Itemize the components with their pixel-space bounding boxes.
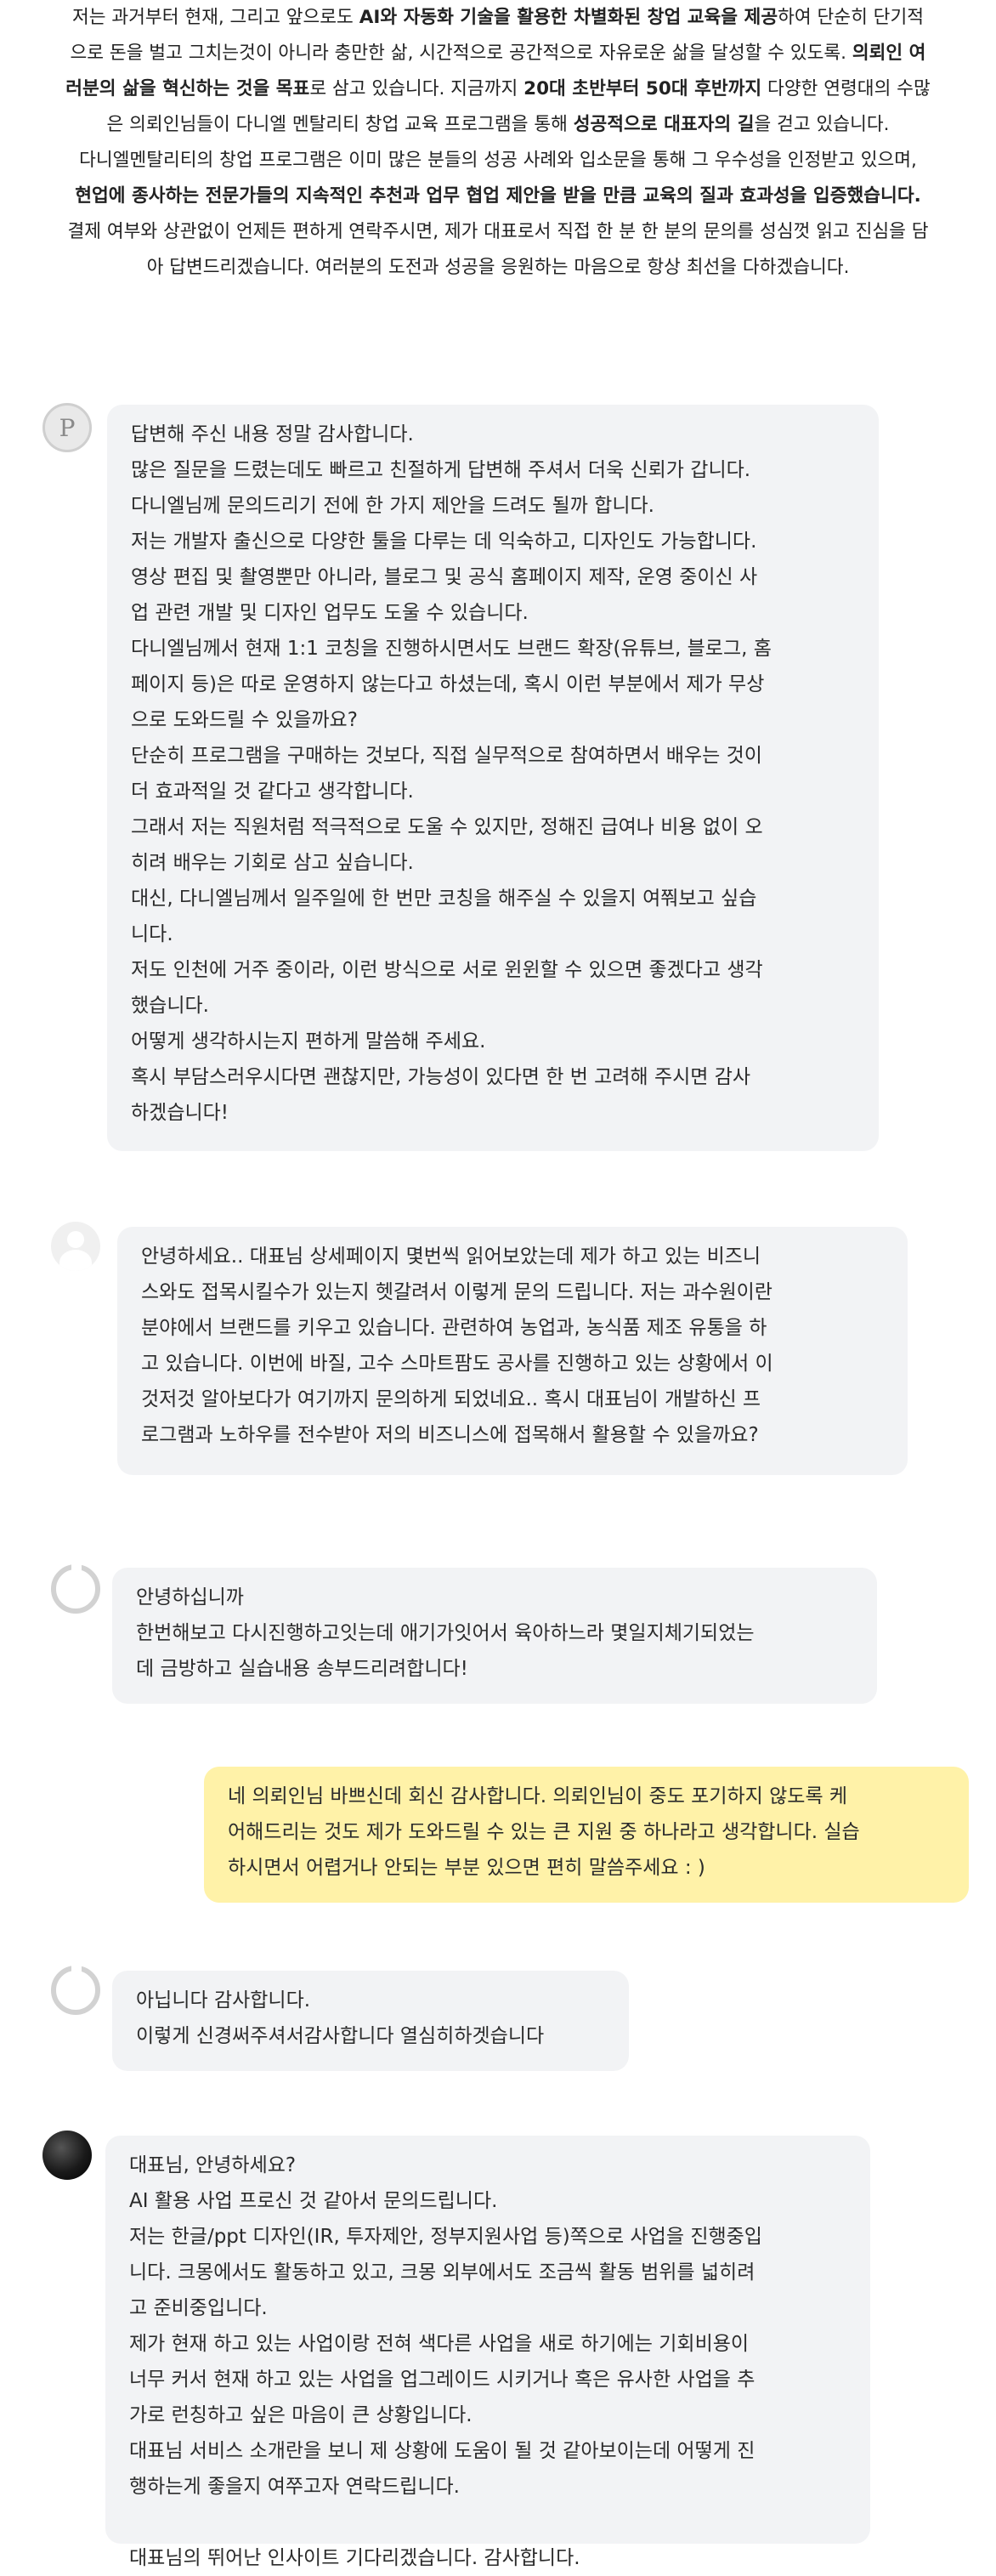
intro-text: 으로 돈을 벌고 그치는것이 아니라 충만한 삶, 시간적으로 공간적으로 자유… — [70, 43, 852, 64]
intro-text: 아 답변드리겠습니다. 여러분의 도전과 성공을 응원하는 마음으로 항상 최선… — [146, 257, 850, 278]
message-line: 네 의뢰인님 바쁘신데 회신 감사합니다. 의뢰인님이 중도 포기하지 않도록 … — [228, 1785, 848, 1807]
message-line: 저는 개발자 출신으로 다양한 툴을 다루는 데 익숙하고, 디자인도 가능합니… — [131, 531, 757, 553]
dark-avatar — [42, 2131, 92, 2180]
message-line: 안녕하세요.. 대표님 상세페이지 몇번씩 읽어보았는데 제가 하고 있는 비즈… — [141, 1245, 761, 1268]
message-bubble-2: 안녕하세요.. 대표님 상세페이지 몇번씩 읽어보았는데 제가 하고 있는 비즈… — [117, 1227, 908, 1475]
avatar-letter: P — [59, 413, 76, 442]
message-line: 로그램과 노하우를 전수받아 저의 비즈니스에 접목해서 활용할 수 있을까요? — [141, 1424, 759, 1446]
message-line: AI 활용 사업 프로신 것 같아서 문의드립니다. — [129, 2190, 498, 2212]
my-reply-bubble: 네 의뢰인님 바쁘신데 회신 감사합니다. 의뢰인님이 중도 포기하지 않도록 … — [204, 1767, 969, 1903]
ring-avatar — [51, 1966, 100, 2015]
intro-text: 로 삼고 있습니다. 지금까지 — [309, 78, 524, 99]
message-line: 것저것 알아보다가 여기까지 문의하게 되었네요.. 혹시 대표님이 개발하신 … — [141, 1388, 761, 1410]
seller-intro-text: 저는 과거부터 현재, 그리고 앞으로도 AI와 자동화 기술을 활용한 차별화… — [17, 0, 979, 286]
intro-text: 을 걷고 있습니다. — [754, 114, 890, 135]
message-line: 어떻게 생각하시는지 편하게 말씀해 주세요. — [131, 1030, 486, 1053]
message-line: 이렇게 신경써주셔서감사합니다 열심히하겟습니다 — [136, 2025, 545, 2047]
intro-line: 결제 여부와 상관없이 언제든 편하게 연락주시면, 제가 대표로서 직접 한 … — [17, 214, 979, 250]
message-line: 저는 한글/ppt 디자인(IR, 투자제안, 정부지원사업 등)쪽으로 사업을… — [129, 2226, 762, 2248]
message-line: 어해드리는 것도 제가 도와드릴 수 있는 큰 지원 중 하나라고 생각합니다.… — [228, 1821, 860, 1843]
message-line: 혹시 부담스러우시다면 괜찮지만, 가능성이 있다면 한 번 고려해 주시면 감… — [131, 1066, 751, 1088]
intro-text: 다니엘멘탈리티의 창업 프로그램은 이미 많은 분들의 성공 사례와 입소문을 … — [79, 150, 917, 171]
message-line: 대표님의 뛰어난 인사이트 기다리겠습니다. 감사합니다. — [129, 2547, 580, 2569]
message-line: 하겠습니다! — [131, 1102, 229, 1124]
intro-text: 저는 과거부터 현재, 그리고 앞으로도 — [71, 7, 359, 28]
intro-emphasis: AI와 자동화 기술을 활용한 차별화된 창업 교육을 제공 — [359, 7, 778, 28]
message-line: 안녕하십니까 — [136, 1586, 244, 1609]
intro-emphasis: 성공적으로 대표자의 길 — [573, 114, 755, 135]
message-line — [129, 2505, 846, 2540]
message-line: 아닙니다 감사합니다. — [136, 1989, 311, 2011]
intro-text: 하여 단순히 단기적 — [778, 7, 925, 28]
intro-line: 아 답변드리겠습니다. 여러분의 도전과 성공을 응원하는 마음으로 항상 최선… — [17, 250, 979, 286]
message-line: 니다. — [131, 923, 173, 945]
intro-text: 다양한 연령대의 수많 — [761, 78, 931, 99]
message-line: 고 있습니다. 이번에 바질, 고수 스마트팜도 공사를 진행하고 있는 상황에… — [141, 1353, 773, 1375]
message-line: 스와도 접목시킬수가 있는지 헷갈려서 이렇게 문의 드립니다. 저는 과수원이… — [141, 1281, 772, 1303]
message-line: 하시면서 어렵거나 안되는 부분 있으면 편히 말씀주세요 : ) — [228, 1857, 705, 1879]
message-line: 단순히 프로그램을 구매하는 것보다, 직접 실무적으로 참여하면서 배우는 것… — [131, 745, 762, 767]
message-line: 고 준비중입니다. — [129, 2297, 268, 2319]
message-line: 행하는게 좋을지 여쭈고자 연락드립니다. — [129, 2476, 460, 2498]
message-bubble-5: 아닙니다 감사합니다. 이렇게 신경써주셔서감사합니다 열심히하겟습니다 — [112, 1971, 629, 2071]
intro-emphasis: 20대 초반부터 50대 후반까지 — [523, 78, 762, 99]
intro-line: 은 의뢰인님들이 다니엘 멘탈리티 창업 교육 프로그램을 통해 성공적으로 대… — [17, 107, 979, 143]
message-line: 분야에서 브랜드를 키우고 있습니다. 관련하여 농업과, 농식품 제조 유통을… — [141, 1317, 767, 1339]
intro-emphasis: 의뢰인 여 — [852, 43, 926, 64]
message-line: 니다. 크몽에서도 활동하고 있고, 크몽 외부에서도 조금씩 활동 범위를 넓… — [129, 2261, 755, 2284]
intro-line: 현업에 종사하는 전문가들의 지속적인 추천과 업무 협업 제안을 받을 만큼 … — [17, 179, 979, 214]
p-logo-avatar: P — [42, 403, 92, 452]
message-line: 그래서 저는 직원처럼 적극적으로 도울 수 있지만, 정해진 급여나 비용 없… — [131, 816, 763, 838]
ring-avatar — [51, 1564, 100, 1614]
message-line: 많은 질문을 드렸는데도 빠르고 친절하게 답변해 주셔서 더욱 신뢰가 갑니다… — [131, 459, 751, 481]
intro-text: 결제 여부와 상관없이 언제든 편하게 연락주시면, 제가 대표로서 직접 한 … — [67, 221, 929, 242]
intro-emphasis: 러분의 삶을 혁신하는 것을 목표 — [65, 78, 310, 99]
default-person-avatar — [51, 1222, 100, 1271]
message-line: 영상 편집 및 촬영뿐만 아니라, 블로그 및 공식 홈페이지 제작, 운영 중… — [131, 566, 758, 588]
intro-line: 러분의 삶을 혁신하는 것을 목표로 삼고 있습니다. 지금까지 20대 초반부… — [17, 71, 979, 107]
message-line: 대표님 서비스 소개란을 보니 제 상황에 도움이 될 것 같아보이는데 어떻게… — [129, 2440, 755, 2462]
message-line: 제가 현재 하고 있는 사업이랑 전혀 색다른 사업을 새로 하기에는 기회비용… — [129, 2333, 750, 2355]
message-line: 데 금방하고 실습내용 송부드리려합니다! — [136, 1658, 468, 1680]
intro-line: 으로 돈을 벌고 그치는것이 아니라 충만한 삶, 시간적으로 공간적으로 자유… — [17, 36, 979, 71]
message-line: 으로 도와드릴 수 있을까요? — [131, 709, 358, 731]
message-line: 한번해보고 다시진행하고잇는데 애기가잇어서 육아하느라 몇일지체기되었는 — [136, 1622, 755, 1644]
message-line: 더 효과적일 것 같다고 생각합니다. — [131, 780, 414, 803]
message-line: 대신, 다니엘님께서 일주일에 한 번만 코칭을 해주실 수 있을지 여쭤보고 … — [131, 888, 757, 910]
message-bubble-3: 안녕하십니까한번해보고 다시진행하고잇는데 애기가잇어서 육아하느라 몇일지체기… — [112, 1568, 877, 1704]
message-line: 업 관련 개발 및 디자인 업무도 도울 수 있습니다. — [131, 602, 529, 624]
message-line: 가로 런칭하고 싶은 마음이 큰 상황입니다. — [129, 2404, 473, 2426]
message-line: 페이지 등)은 따로 운영하지 않는다고 하셨는데, 혹시 이런 부분에서 제가… — [131, 673, 765, 695]
message-line: 저도 인천에 거주 중이라, 이런 방식으로 서로 윈윈할 수 있으면 좋겠다고… — [131, 959, 763, 981]
intro-emphasis: 현업에 종사하는 전문가들의 지속적인 추천과 업무 협업 제안을 받을 만큼 … — [75, 185, 921, 207]
message-line: 답변해 주신 내용 정말 감사합니다. — [131, 423, 414, 445]
message-line: 대표님, 안녕하세요? — [129, 2154, 297, 2176]
message-line: 너무 커서 현재 하고 있는 사업을 업그레이드 시키거나 혹은 유사한 사업을… — [129, 2369, 755, 2391]
intro-line: 저는 과거부터 현재, 그리고 앞으로도 AI와 자동화 기술을 활용한 차별화… — [17, 0, 979, 36]
message-bubble-1: 답변해 주신 내용 정말 감사합니다. 많은 질문을 드렸는데도 빠르고 친절하게… — [107, 405, 879, 1151]
message-line: 다니엘님께서 현재 1:1 코칭을 진행하시면서도 브랜드 확장(유튜브, 블로… — [131, 638, 772, 660]
message-line: 히려 배우는 기회로 삼고 싶습니다. — [131, 852, 414, 874]
intro-text: 은 의뢰인님들이 다니엘 멘탈리티 창업 교육 프로그램을 통해 — [106, 114, 574, 135]
message-bubble-6: 대표님, 안녕하세요? AI 활용 사업 프로신 것 같아서 문의드립니다. 저는 … — [105, 2136, 870, 2569]
message-line: 다니엘님께 문의드리기 전에 한 가지 제안을 드려도 될까 합니다. — [131, 495, 654, 517]
intro-line: 다니엘멘탈리티의 창업 프로그램은 이미 많은 분들의 성공 사례와 입소문을 … — [17, 143, 979, 179]
message-line: 했습니다. — [131, 995, 209, 1017]
